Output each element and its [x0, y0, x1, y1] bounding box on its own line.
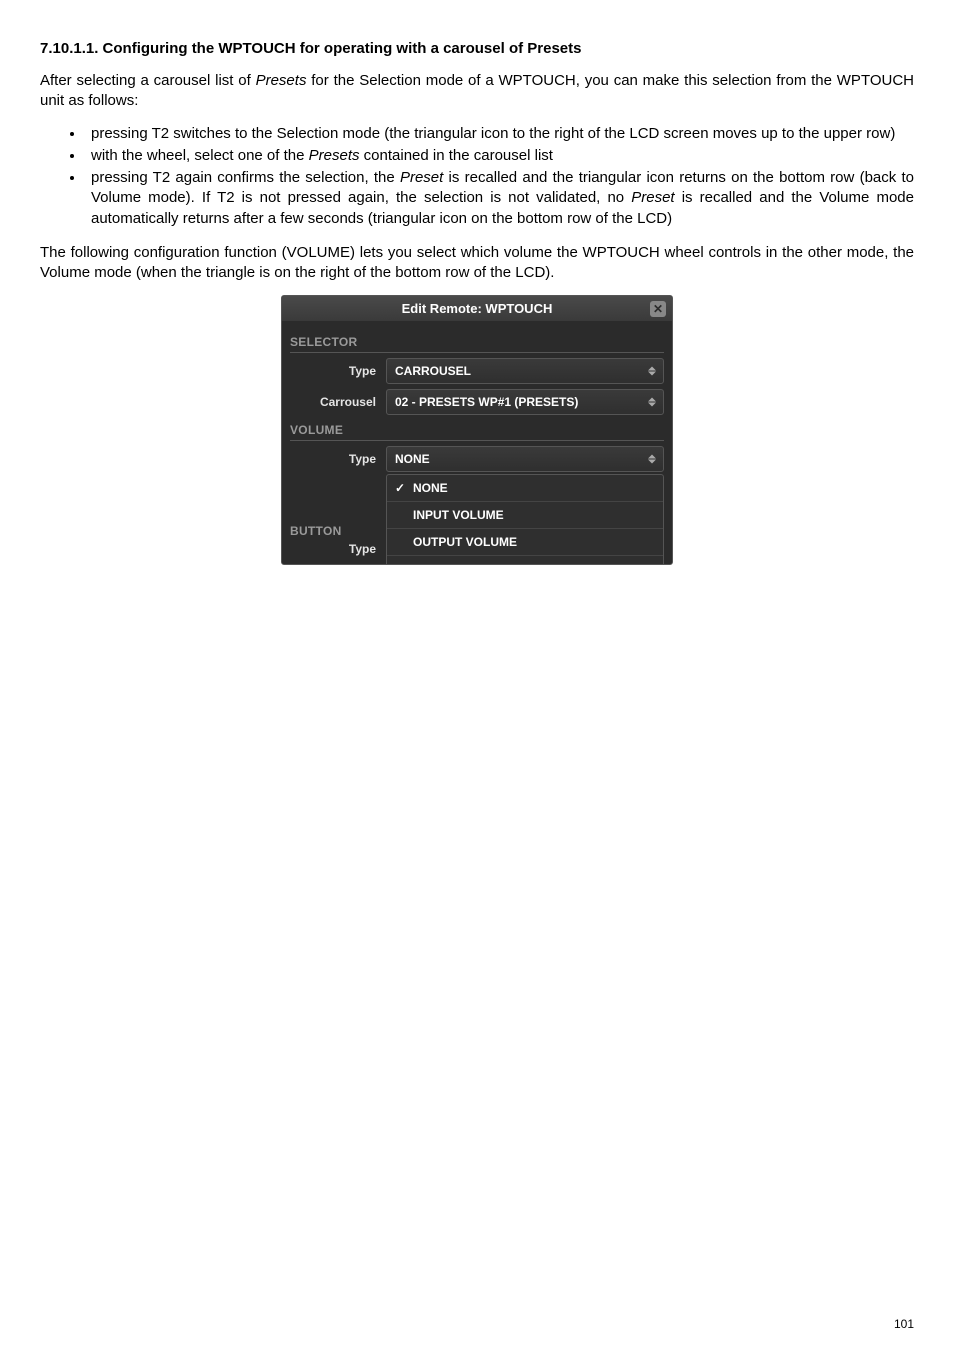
label-type: Type	[290, 364, 386, 378]
volume-type-row: Type NONE	[290, 446, 664, 472]
intro-italic-presets: Presets	[256, 72, 307, 89]
label-type: Type	[290, 542, 386, 556]
volume-type-value: NONE	[395, 452, 430, 466]
carrousel-row: Carrousel 02 - PRESETS WP#1 (PRESETS)	[290, 389, 664, 415]
label-carrousel: Carrousel	[290, 395, 386, 409]
selector-type-select[interactable]: CARROUSEL	[386, 358, 664, 384]
section-button: BUTTON	[290, 524, 386, 538]
paragraph-volume-explain: The following configuration function (VO…	[40, 243, 914, 284]
option-output-volume[interactable]: OUTPUT VOLUME	[387, 528, 663, 555]
list-item: pressing T2 switches to the Selection mo…	[85, 124, 914, 144]
intro-text-before: After selecting a carousel list of	[40, 72, 256, 89]
li2-before: with the wheel, select one of the	[91, 147, 309, 164]
option-matrix-volume[interactable]: MATRIX VOLUME	[387, 555, 663, 565]
dialog-body: SELECTOR Type CARROUSEL Carrousel 02 - P…	[282, 321, 672, 564]
stepper-icon[interactable]	[645, 455, 659, 464]
section-volume: VOLUME	[290, 423, 664, 441]
option-none[interactable]: NONE	[387, 475, 663, 501]
edit-remote-dialog: Edit Remote: WPTOUCH ✕ SELECTOR Type CAR…	[281, 295, 673, 565]
option-input-volume[interactable]: INPUT VOLUME	[387, 501, 663, 528]
li2-italic: Presets	[309, 147, 360, 164]
section-heading: 7.10.1.1. Configuring the WPTOUCH for op…	[40, 40, 914, 57]
list-item: with the wheel, select one of the Preset…	[85, 146, 914, 166]
carrousel-value: 02 - PRESETS WP#1 (PRESETS)	[395, 395, 578, 409]
dialog-title-text: Edit Remote: WPTOUCH	[402, 301, 553, 316]
carrousel-select[interactable]: 02 - PRESETS WP#1 (PRESETS)	[386, 389, 664, 415]
volume-type-dropdown: NONE INPUT VOLUME OUTPUT VOLUME MATRIX V…	[386, 474, 664, 565]
volume-type-select[interactable]: NONE	[386, 446, 664, 472]
close-icon[interactable]: ✕	[650, 301, 666, 317]
li3-i2: Preset	[631, 189, 674, 206]
intro-paragraph: After selecting a carousel list of Prese…	[40, 71, 914, 112]
section-selector: SELECTOR	[290, 335, 664, 353]
selector-type-value: CARROUSEL	[395, 364, 471, 378]
label-type: Type	[290, 452, 386, 466]
li3-a: pressing T2 again confirms the selection…	[91, 169, 400, 186]
stepper-icon[interactable]	[645, 398, 659, 407]
page-number: 101	[894, 1317, 914, 1331]
li2-after: contained in the carousel list	[360, 147, 553, 164]
li3-i1: Preset	[400, 169, 443, 186]
list-item: pressing T2 again confirms the selection…	[85, 168, 914, 229]
stepper-icon[interactable]	[645, 367, 659, 376]
dialog-titlebar: Edit Remote: WPTOUCH ✕	[282, 296, 672, 321]
instruction-list: pressing T2 switches to the Selection mo…	[85, 124, 914, 229]
selector-type-row: Type CARROUSEL	[290, 358, 664, 384]
